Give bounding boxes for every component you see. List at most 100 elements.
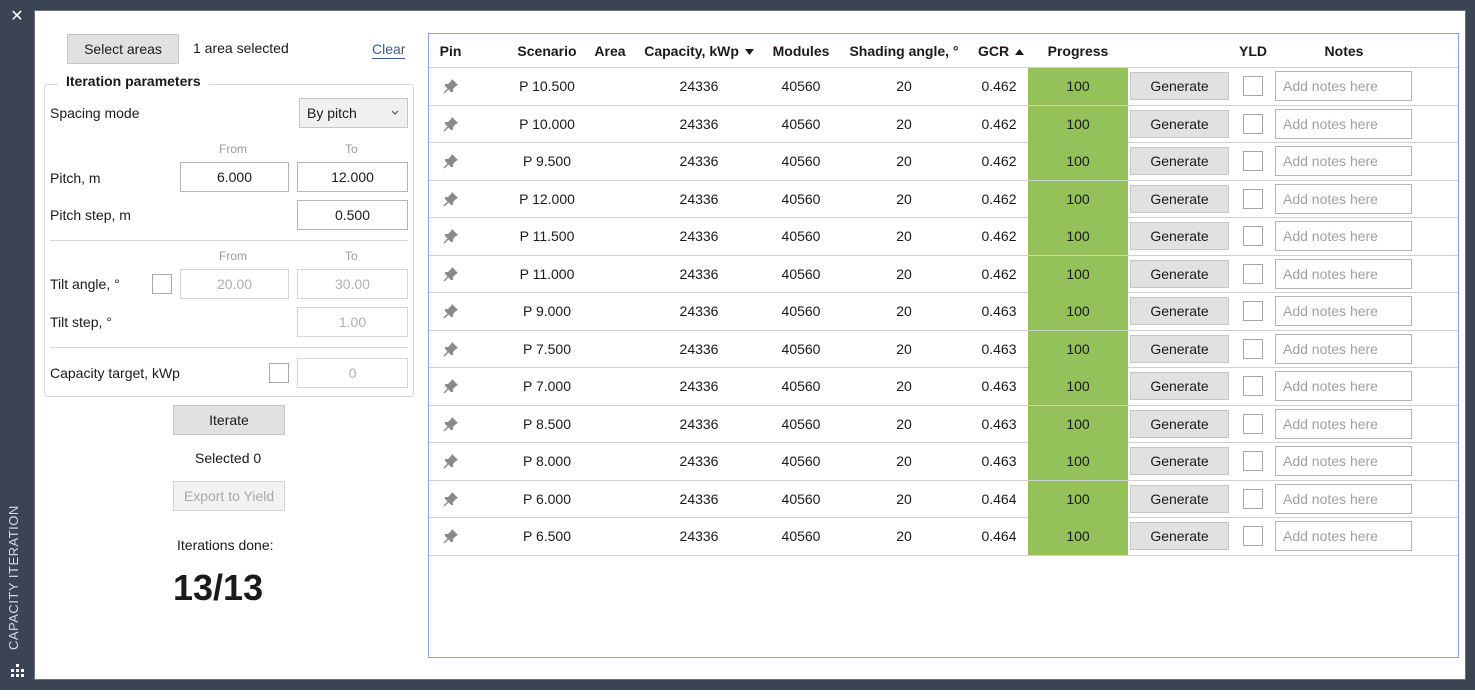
notes-input[interactable]: Add notes here xyxy=(1275,446,1412,476)
tilt-to-input[interactable]: 30.00 xyxy=(297,269,408,299)
table-row[interactable]: P 10.000 24336 40560 20 0.462 100 Generate Add … xyxy=(429,105,1458,143)
generate-button[interactable]: Generate xyxy=(1130,109,1229,138)
header-progress[interactable]: Progress xyxy=(1028,34,1128,68)
yld-checkbox[interactable] xyxy=(1243,338,1263,359)
pin-icon[interactable] xyxy=(443,78,459,94)
pin-icon[interactable] xyxy=(443,228,459,244)
shading-angle-cell: 20 xyxy=(896,228,912,244)
select-areas-button[interactable]: Select areas xyxy=(67,34,179,64)
pin-icon[interactable] xyxy=(443,116,459,132)
generate-button[interactable]: Generate xyxy=(1130,259,1229,288)
table-row[interactable]: P 9.000 24336 40560 20 0.463 100 Generate Add n… xyxy=(429,293,1458,331)
pin-icon[interactable] xyxy=(443,491,459,507)
generate-button[interactable]: Generate xyxy=(1130,334,1229,363)
table-row[interactable]: P 7.000 24336 40560 20 0.463 100 Generate Add n… xyxy=(429,368,1458,406)
header-shading-angle[interactable]: Shading angle, ° xyxy=(844,34,964,68)
generate-button[interactable]: Generate xyxy=(1130,297,1229,325)
notes-input[interactable]: Add notes here xyxy=(1275,521,1412,551)
header-pin[interactable]: Pin xyxy=(429,34,472,68)
table-row[interactable]: P 10.500 24336 40560 20 0.462 100 Generate Add … xyxy=(429,68,1458,106)
notes-input[interactable]: Add notes here xyxy=(1275,483,1412,514)
notes-input[interactable]: Add notes here xyxy=(1275,258,1412,289)
export-to-yield-button[interactable]: Export to Yield xyxy=(173,481,285,511)
notes-input[interactable]: Add notes here xyxy=(1275,146,1412,176)
scenario-cell: P 10.500 xyxy=(519,78,575,94)
header-yld[interactable]: YLD xyxy=(1233,34,1273,68)
generate-button[interactable]: Generate xyxy=(1130,147,1229,175)
generate-button[interactable]: Generate xyxy=(1130,522,1229,550)
yld-checkbox[interactable] xyxy=(1243,301,1263,321)
table-row[interactable]: P 9.500 24336 40560 20 0.462 100 Generate Add n… xyxy=(429,143,1458,181)
table-row[interactable]: P 8.000 24336 40560 20 0.463 100 Generate Add n… xyxy=(429,443,1458,481)
grip-icon[interactable] xyxy=(11,664,25,678)
generate-button[interactable]: Generate xyxy=(1130,184,1229,213)
yld-checkbox[interactable] xyxy=(1243,188,1263,209)
pitch-step-input[interactable]: 0.500 xyxy=(297,200,408,230)
yld-checkbox[interactable] xyxy=(1243,376,1263,396)
modules-cell: 40560 xyxy=(781,115,821,132)
header-area[interactable]: Area xyxy=(589,34,631,68)
notes-input[interactable]: Add notes here xyxy=(1275,333,1412,364)
capacity-cell: 24336 xyxy=(679,78,719,94)
notes-input[interactable]: Add notes here xyxy=(1275,71,1412,101)
pin-icon[interactable] xyxy=(443,378,459,394)
gcr-cell: 0.462 xyxy=(981,153,1017,169)
pin-icon[interactable] xyxy=(443,453,459,469)
yld-checkbox[interactable] xyxy=(1243,226,1263,246)
pin-icon[interactable] xyxy=(443,191,459,207)
spacing-mode-select[interactable]: By pitch xyxy=(299,98,408,128)
yld-checkbox[interactable] xyxy=(1243,263,1263,284)
table-row[interactable]: P 12.000 24336 40560 20 0.462 100 Generate Add … xyxy=(429,180,1458,218)
capacity-target-input[interactable]: 0 xyxy=(297,358,408,388)
pin-icon[interactable] xyxy=(443,416,459,432)
yld-checkbox[interactable] xyxy=(1243,151,1263,171)
generate-button[interactable]: Generate xyxy=(1130,447,1229,475)
notes-input[interactable]: Add notes here xyxy=(1275,108,1412,139)
yld-checkbox[interactable] xyxy=(1243,451,1263,471)
notes-input[interactable]: Add notes here xyxy=(1275,183,1412,214)
clear-link[interactable]: Clear xyxy=(372,40,406,59)
header-notes[interactable]: Notes xyxy=(1275,34,1413,68)
generate-button[interactable]: Generate xyxy=(1130,484,1229,513)
header-gcr[interactable]: GCR xyxy=(973,34,1029,68)
pin-icon[interactable] xyxy=(443,341,459,357)
yld-checkbox[interactable] xyxy=(1243,113,1263,134)
generate-button[interactable]: Generate xyxy=(1130,72,1229,100)
table-row[interactable]: P 7.500 24336 40560 20 0.463 100 Generate Add n… xyxy=(429,330,1458,368)
tilt-from-input[interactable]: 20.00 xyxy=(180,269,289,299)
generate-button[interactable]: Generate xyxy=(1130,372,1229,400)
yld-checkbox[interactable] xyxy=(1243,488,1263,509)
table-row[interactable]: P 6.000 24336 40560 20 0.464 100 Generate Add n… xyxy=(429,480,1458,518)
close-icon[interactable]: ✕ xyxy=(9,8,25,24)
capacity-target-checkbox[interactable] xyxy=(269,363,289,383)
pitch-from-input[interactable]: 6.000 xyxy=(180,162,289,192)
generate-button[interactable]: Generate xyxy=(1130,409,1229,438)
generate-button[interactable]: Generate xyxy=(1130,222,1229,250)
sort-asc-icon xyxy=(1015,49,1024,56)
notes-input[interactable]: Add notes here xyxy=(1275,371,1412,401)
header-modules[interactable]: Modules xyxy=(764,34,838,68)
notes-input[interactable]: Add notes here xyxy=(1275,221,1412,251)
yld-checkbox[interactable] xyxy=(1243,413,1263,434)
table-row[interactable]: P 8.500 24336 40560 20 0.463 100 Generate Add n… xyxy=(429,405,1458,443)
table-row[interactable]: P 6.500 24336 40560 20 0.464 100 Generate Add n… xyxy=(429,518,1458,556)
pitch-to-input[interactable]: 12.000 xyxy=(297,162,408,192)
notes-input[interactable]: Add notes here xyxy=(1275,296,1412,326)
header-capacity[interactable]: Capacity, kWp xyxy=(639,34,759,68)
iterate-button[interactable]: Iterate xyxy=(173,405,285,435)
yld-checkbox[interactable] xyxy=(1243,526,1263,546)
header-scenario[interactable]: Scenario xyxy=(507,34,587,68)
tilt-step-input[interactable]: 1.00 xyxy=(297,307,408,337)
notes-input[interactable]: Add notes here xyxy=(1275,408,1412,439)
pin-icon[interactable] xyxy=(443,303,459,319)
table-row[interactable]: P 11.000 24336 40560 20 0.462 100 Generate Add … xyxy=(429,255,1458,293)
shading-angle-cell: 20 xyxy=(896,528,912,544)
header-capacity-label: Capacity, kWp xyxy=(644,43,739,59)
tilt-angle-checkbox[interactable] xyxy=(152,274,172,294)
pin-icon[interactable] xyxy=(443,153,459,169)
modules-cell: 40560 xyxy=(781,78,821,94)
pin-icon[interactable] xyxy=(443,528,459,544)
pin-icon[interactable] xyxy=(443,266,459,282)
table-row[interactable]: P 11.500 24336 40560 20 0.462 100 Generate Add … xyxy=(429,218,1458,256)
yld-checkbox[interactable] xyxy=(1243,76,1263,96)
